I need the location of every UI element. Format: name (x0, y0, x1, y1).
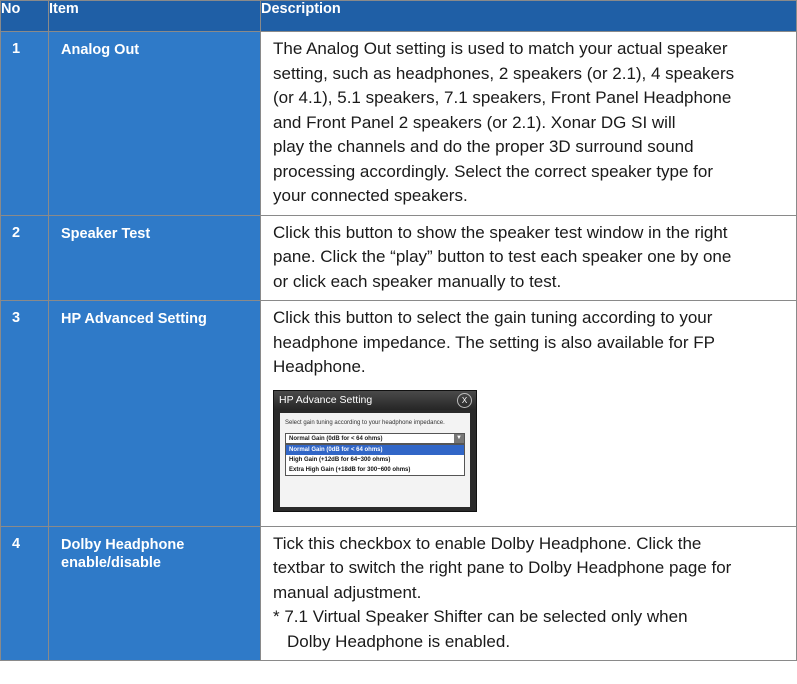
dialog-body: Select gain tuning according to your hea… (280, 412, 470, 507)
desc-line: Click this button to show the speaker te… (273, 222, 728, 242)
header-description: Description (260, 0, 797, 32)
row-description: Tick this checkbox to enable Dolby Headp… (260, 525, 797, 661)
header-item: Item (48, 0, 261, 32)
gain-option[interactable]: Normal Gain (0dB for < 64 ohms) (286, 444, 464, 455)
gain-select[interactable]: Normal Gain (0dB for < 64 ohms) ▼ (285, 432, 465, 444)
table-header-row: No Item Description (0, 0, 797, 32)
row-description: Click this button to select the gain tun… (260, 300, 797, 527)
desc-line: setting, such as headphones, 2 speakers … (273, 63, 735, 83)
desc-line: Click this button to select the gain tun… (273, 308, 713, 327)
desc-line: headphone impedance. The setting is also… (273, 332, 715, 352)
note-line: Dolby Headphone is enabled. (287, 631, 511, 651)
close-icon[interactable]: X (457, 392, 472, 408)
row-number: 2 (0, 214, 49, 301)
desc-line: pane. Click the “play” button to test ea… (273, 247, 732, 266)
row-description: Click this button to show the speaker te… (260, 214, 797, 301)
gain-option[interactable]: High Gain (+12dB for 64~300 ohms) (286, 455, 464, 465)
desc-line: processing accordingly. Select the corre… (273, 161, 714, 181)
table-row: 3 HP Advanced Setting Click this button … (0, 300, 797, 527)
desc-line: manual adjustment. (273, 582, 422, 602)
row-number: 3 (0, 300, 49, 527)
note-line: * 7.1 Virtual Speaker Shifter can be sel… (273, 607, 688, 626)
row-item: HP Advanced Setting (48, 300, 261, 527)
desc-line: textbar to switch the right pane to Dolb… (273, 558, 732, 577)
desc-line: Headphone. (273, 357, 366, 376)
gain-option[interactable]: Extra High Gain (+18dB for 300~600 ohms) (286, 465, 464, 475)
row-item: Speaker Test (48, 214, 261, 301)
desc-line: your connected speakers. (273, 186, 468, 205)
gain-options-list: Normal Gain (0dB for < 64 ohms) High Gai… (285, 443, 465, 476)
row-note: * 7.1 Virtual Speaker Shifter can be sel… (273, 605, 786, 654)
table-row: 2 Speaker Test Click this button to show… (0, 214, 797, 301)
row-number: 4 (0, 525, 49, 661)
hp-advance-setting-dialog: HP Advance Setting X Select gain tuning … (273, 389, 477, 512)
table-row: 1 Analog Out The Analog Out setting is u… (0, 31, 797, 216)
table-row: 4 Dolby Headphone enable/disable Tick th… (0, 525, 797, 661)
spec-table: No Item Description 1 Analog Out The Ana… (0, 0, 797, 661)
dialog-hint: Select gain tuning according to your hea… (285, 419, 445, 426)
row-description: The Analog Out setting is used to match … (260, 31, 797, 216)
row-item: Dolby Headphone enable/disable (48, 525, 261, 661)
chevron-down-icon[interactable]: ▼ (454, 433, 464, 443)
desc-line: Tick this checkbox to enable Dolby Headp… (273, 533, 702, 553)
desc-line: The Analog Out setting is used to match … (273, 39, 728, 58)
row-number: 1 (0, 31, 49, 216)
desc-line: and Front Panel 2 speakers (or 2.1). Xon… (273, 112, 676, 132)
desc-line: play the channels and do the proper 3D s… (273, 137, 694, 156)
header-no: No (0, 0, 49, 32)
row-item: Analog Out (48, 31, 261, 216)
dialog-title: HP Advance Setting (274, 390, 476, 410)
desc-line: (or 4.1), 5.1 speakers, 7.1 speakers, Fr… (273, 88, 732, 107)
desc-line: or click each speaker manually to test. (273, 271, 562, 291)
gain-select-value: Normal Gain (0dB for < 64 ohms) (289, 435, 383, 442)
